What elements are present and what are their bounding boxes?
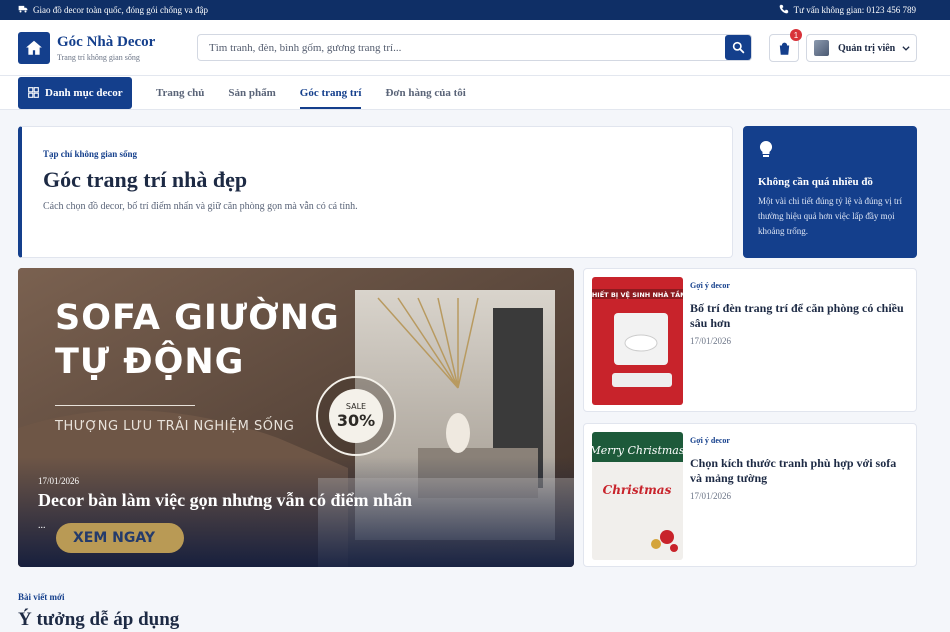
- category-menu-button[interactable]: Danh mục decor: [18, 76, 132, 109]
- tip-text: Một vài chi tiết đúng tỷ lệ và đúng vị t…: [758, 196, 902, 236]
- brand-tagline: Trang trí không gian sống: [57, 52, 140, 62]
- search-button[interactable]: [725, 35, 751, 60]
- side-post-card[interactable]: Merry Christmas Christmas Gợi ý decor Ch…: [583, 423, 917, 567]
- category-menu-label: Danh mục decor: [45, 86, 123, 99]
- sale-label: SALE: [345, 402, 367, 411]
- logo-home-icon[interactable]: [18, 31, 50, 64]
- truck-icon: [18, 4, 28, 16]
- hotline-text: Tư vấn không gian: 0123 456 789: [793, 5, 916, 15]
- tip-title: Không cần quá nhiều đồ: [758, 176, 873, 188]
- cart-button[interactable]: 1: [769, 29, 802, 62]
- side-post-title[interactable]: Bố trí đèn trang trí để căn phòng có chi…: [690, 301, 905, 331]
- search-bar: [197, 34, 752, 61]
- nav-item-home[interactable]: Trang chủ: [156, 77, 204, 109]
- view-now-button[interactable]: XEM NGAY: [56, 523, 184, 553]
- shopping-bag-icon: [779, 42, 789, 55]
- chevron-down-icon: [902, 46, 910, 51]
- site-header: Góc Nhà Decor Trang trí không gian sống …: [0, 20, 950, 76]
- side-post-date: 17/01/2026: [690, 491, 732, 501]
- latest-heading: Ý tưởng dễ áp dụng: [18, 609, 180, 630]
- tip-card: Không cần quá nhiều đồ Một vài chi tiết …: [743, 126, 917, 258]
- featured-title[interactable]: Decor bàn làm việc gọn nhưng vẫn có điểm…: [38, 490, 412, 511]
- nav-item-my-orders[interactable]: Đơn hàng của tôi: [385, 77, 465, 109]
- side-post-category[interactable]: Gợi ý decor: [690, 436, 730, 445]
- page-hero: Tạp chí không gian sống Góc trang trí nh…: [18, 126, 733, 258]
- sale-badge: SALE 30%: [316, 376, 396, 456]
- main-nav: Danh mục decor Trang chủ Sản phẩm Góc tr…: [0, 76, 950, 110]
- brand-name: Góc Nhà Decor: [57, 33, 156, 50]
- side-post-thumbnail: THIẾT BỊ VỆ SINH NHÀ TẮM: [592, 277, 683, 405]
- phone-icon: [779, 4, 789, 16]
- featured-post[interactable]: SOFA GIƯỜNG TỰ ĐỘNG THƯỢNG LƯU TRẢI NGHI…: [18, 268, 574, 567]
- thumbnail-caption: Merry Christmas: [592, 444, 683, 457]
- avatar: [814, 40, 829, 56]
- search-icon: [732, 41, 744, 54]
- side-post-date: 17/01/2026: [690, 336, 732, 346]
- hero-description: Cách chọn đồ decor, bố trí điểm nhấn và …: [43, 201, 358, 212]
- top-info-bar: Giao đồ decor toàn quốc, đóng gói chống …: [0, 0, 950, 20]
- side-post-category[interactable]: Gợi ý decor: [690, 281, 730, 290]
- grid-icon: [28, 87, 39, 98]
- cart-count-badge: 1: [790, 29, 802, 41]
- featured-excerpt: ...: [38, 520, 46, 531]
- sale-value: 30%: [336, 411, 376, 430]
- latest-kicker: Bài viết mới: [18, 592, 65, 602]
- side-post-card[interactable]: THIẾT BỊ VỆ SINH NHÀ TẮM Gợi ý decor Bố …: [583, 268, 917, 412]
- account-menu[interactable]: Quản trị viên: [806, 34, 917, 62]
- thumbnail-caption: THIẾT BỊ VỆ SINH NHÀ TẮM: [592, 289, 683, 299]
- hotline-info[interactable]: Tư vấn không gian: 0123 456 789: [779, 4, 916, 16]
- shipping-info: Giao đồ decor toàn quốc, đóng gói chống …: [18, 4, 208, 16]
- featured-image-headline: SOFA GIƯỜNG TỰ ĐỘNG: [55, 298, 340, 382]
- search-input[interactable]: [198, 35, 725, 60]
- brand[interactable]: Góc Nhà Decor Trang trí không gian sống: [57, 34, 217, 62]
- featured-date: 17/01/2026: [38, 476, 80, 486]
- hero-kicker: Tạp chí không gian sống: [43, 149, 138, 159]
- nav-item-decor-corner[interactable]: Góc trang trí: [299, 77, 361, 109]
- shipping-text: Giao đồ decor toàn quốc, đóng gói chống …: [33, 5, 208, 15]
- side-post-title[interactable]: Chọn kích thước tranh phù hợp với sofa v…: [690, 456, 905, 486]
- svg-text:Christmas: Christmas: [603, 483, 672, 497]
- featured-image-subtext: THƯỢNG LƯU TRẢI NGHIỆM SỐNG: [55, 419, 295, 434]
- divider: [55, 405, 195, 406]
- lightbulb-icon: [759, 140, 773, 157]
- side-post-thumbnail: Merry Christmas Christmas: [592, 432, 683, 560]
- nav-item-products[interactable]: Sản phẩm: [228, 77, 275, 109]
- page-title: Góc trang trí nhà đẹp: [43, 167, 248, 192]
- account-label: Quản trị viên: [838, 42, 896, 54]
